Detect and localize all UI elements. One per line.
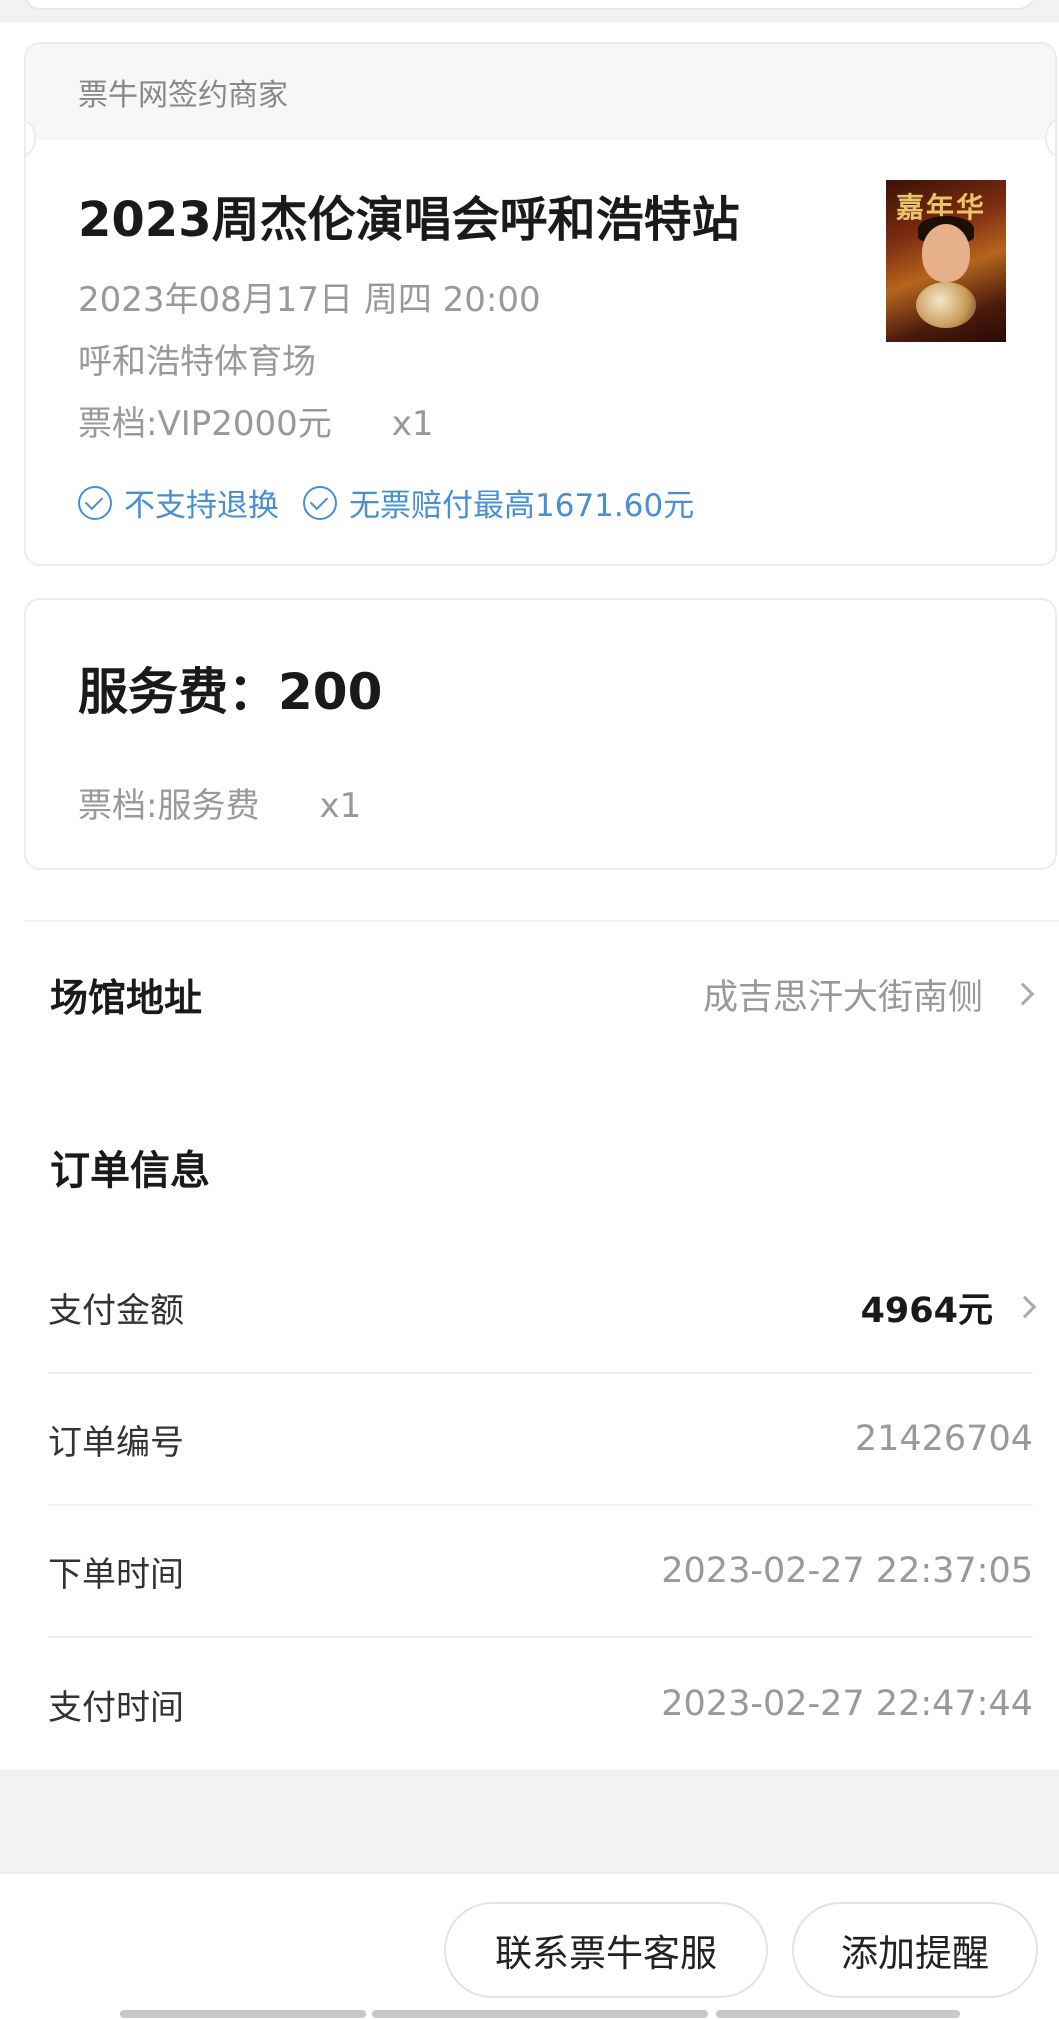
- check-circle-icon: [78, 485, 112, 520]
- home-indicator: [0, 2010, 1059, 2020]
- chevron-right-icon: [1013, 1295, 1037, 1319]
- chevron-right-icon: [1011, 982, 1035, 1006]
- venue-address-label: 场馆地址: [50, 975, 203, 1020]
- add-reminder-button[interactable]: 添加提醒: [792, 1902, 1038, 1998]
- ticket-card[interactable]: 票牛网签约商家 2023周杰伦演唱会呼和浩特站 嘉年华 2023年08月17日 …: [24, 42, 1057, 566]
- order-row-order-time: 下单时间 2023-02-27 22:37:05: [48, 1506, 1033, 1638]
- home-indicator-bar: [120, 2010, 366, 2018]
- tag-label: 不支持退换: [124, 488, 279, 524]
- service-fee-tier-label: 票档:服务费: [78, 786, 260, 826]
- event-title: 2023周杰伦演唱会呼和浩特站: [78, 192, 740, 248]
- order-row-label: 订单编号: [48, 1422, 184, 1463]
- previous-card-bottom: [24, 0, 1035, 10]
- order-row-label: 支付时间: [48, 1687, 184, 1728]
- venue-address-row[interactable]: 场馆地址 成吉思汗大街南侧: [24, 920, 1059, 1066]
- ticket-tier-label: 票档:VIP2000元: [78, 404, 332, 444]
- tag-label: 无票赔付最高1671.60元: [349, 488, 695, 524]
- poster-globe: [916, 282, 976, 328]
- tag-compensation: 无票赔付最高1671.60元: [303, 480, 694, 525]
- event-datetime: 2023年08月17日 周四 20:00: [78, 280, 541, 320]
- service-fee-title: 服务费：200: [78, 663, 383, 721]
- order-row-payment-amount[interactable]: 支付金额 4964元: [48, 1242, 1037, 1374]
- event-venue: 呼和浩特体育场: [78, 342, 316, 382]
- home-indicator-bar: [372, 2010, 708, 2018]
- ticket-tags: 不支持退换 无票赔付最高1671.60元: [78, 480, 718, 525]
- home-indicator-bar: [716, 2010, 960, 2018]
- contact-service-button[interactable]: 联系票牛客服: [444, 1902, 768, 1998]
- order-row-label: 支付金额: [48, 1290, 184, 1331]
- ticket-tier: 票档:VIP2000元 x1: [78, 396, 434, 445]
- event-poster[interactable]: 嘉年华: [886, 180, 1006, 342]
- order-time-value: 2023-02-27 22:37:05: [661, 1551, 1033, 1591]
- service-fee-quantity: x1: [319, 786, 362, 826]
- order-info-heading: 订单信息: [50, 1148, 210, 1194]
- order-row-order-number: 订单编号 21426704: [48, 1374, 1033, 1506]
- ticket-quantity: x1: [391, 404, 434, 444]
- tag-no-refund: 不支持退换: [78, 480, 279, 525]
- merchant-label: 票牛网签约商家: [26, 44, 1055, 140]
- venue-address-value: 成吉思汗大街南侧: [702, 977, 983, 1018]
- order-row-label: 下单时间: [48, 1554, 184, 1595]
- poster-face: [922, 224, 970, 282]
- order-info-section: 订单信息 支付金额 4964元 订单编号 21426704 下单时间 2023-…: [0, 1096, 1059, 1770]
- order-row-payment-time: 支付时间 2023-02-27 22:47:44: [48, 1638, 1033, 1770]
- check-circle-icon: [303, 485, 337, 520]
- service-fee-tier: 票档:服务费 x1: [78, 778, 361, 827]
- payment-time-value: 2023-02-27 22:47:44: [661, 1684, 1033, 1724]
- previous-card-edge: [0, 0, 1059, 22]
- service-fee-card: 服务费：200 票档:服务费 x1: [24, 598, 1057, 870]
- bottom-action-bar: 联系票牛客服 添加提醒: [0, 1872, 1059, 2020]
- payment-amount-value: 4964元: [860, 1290, 993, 1331]
- order-number-value: 21426704: [854, 1419, 1033, 1459]
